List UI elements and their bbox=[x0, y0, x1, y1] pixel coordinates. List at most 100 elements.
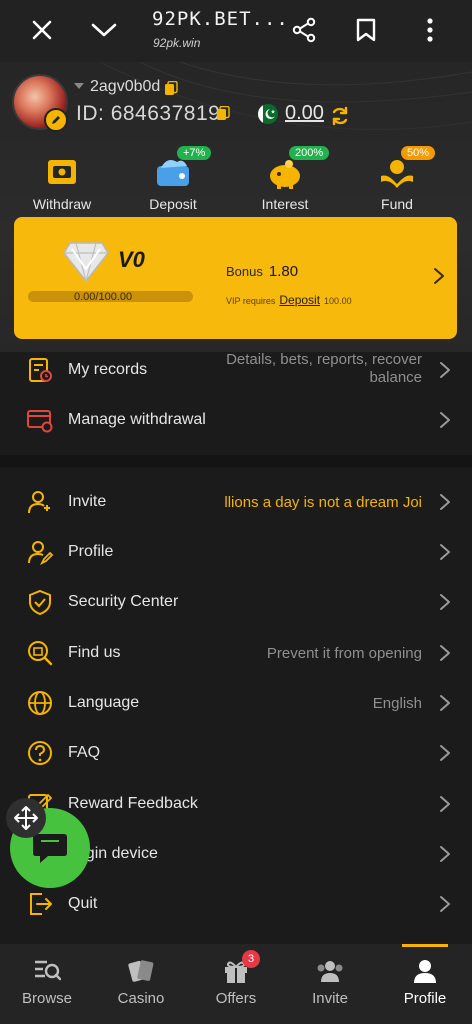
find-us-icon bbox=[28, 641, 53, 666]
user-id-label: ID: bbox=[76, 102, 105, 125]
chevron-right-icon bbox=[434, 268, 444, 284]
interest-button[interactable]: 200% Interest bbox=[240, 146, 330, 212]
fund-icon: 50% bbox=[377, 146, 436, 190]
manage-withdrawal-row[interactable]: Manage withdrawal bbox=[0, 395, 472, 445]
copy-id-icon[interactable] bbox=[216, 106, 230, 121]
copy-icon[interactable] bbox=[164, 81, 178, 96]
logout-icon bbox=[30, 893, 52, 915]
chevron-right-icon bbox=[440, 846, 450, 862]
vip-requirement: VIP requires Deposit 100.00 bbox=[226, 293, 352, 307]
records-icon bbox=[29, 358, 52, 382]
quit-label: Quit bbox=[68, 895, 98, 912]
vip-bonus: Bonus 1.80 bbox=[226, 263, 298, 280]
withdraw-button[interactable]: Withdraw bbox=[17, 154, 107, 212]
chevron-down-icon[interactable] bbox=[84, 10, 124, 50]
chevron-right-icon bbox=[440, 494, 450, 510]
fund-button[interactable]: 50% Fund bbox=[352, 146, 442, 212]
vip-card[interactable]: V0 0.00/100.00 Bonus 1.80 VIP requires Dep… bbox=[14, 217, 457, 339]
users-icon bbox=[316, 958, 344, 984]
bookmark-icon[interactable] bbox=[346, 10, 386, 50]
invite-row[interactable]: Invite llions a day is not a dream Joi bbox=[0, 477, 472, 527]
security-center-row[interactable]: Security Center bbox=[0, 577, 472, 627]
language-row[interactable]: Language English bbox=[0, 678, 472, 728]
withdraw-label: Withdraw bbox=[32, 196, 92, 212]
nav-profile-label: Profile bbox=[403, 990, 447, 1007]
caret-down-icon bbox=[74, 83, 84, 89]
manage-withdrawal-icon bbox=[27, 410, 53, 433]
fund-label: Fund bbox=[381, 196, 413, 212]
withdraw-icon bbox=[42, 154, 82, 190]
deposit-icon: +7% bbox=[153, 146, 212, 190]
my-records-row[interactable]: My records Details, bets, reports, recov… bbox=[0, 345, 472, 395]
refresh-icon[interactable] bbox=[330, 106, 350, 126]
find-us-hint: Prevent it from opening bbox=[266, 644, 422, 662]
nav-profile[interactable]: Profile bbox=[378, 944, 472, 1024]
reward-feedback-label: Reward Feedback bbox=[68, 795, 198, 812]
edit-avatar-icon[interactable] bbox=[44, 108, 68, 132]
chevron-right-icon bbox=[440, 645, 450, 661]
profile-label: Profile bbox=[68, 543, 114, 560]
security-center-label: Security Center bbox=[68, 593, 179, 610]
pakistan-flag-icon bbox=[258, 104, 278, 124]
manage-withdrawal-label: Manage withdrawal bbox=[68, 411, 206, 428]
profile-row[interactable]: Profile bbox=[0, 527, 472, 577]
vip-progress-text: 0.00/100.00 bbox=[74, 291, 133, 303]
language-value: English bbox=[372, 694, 422, 712]
chevron-right-icon bbox=[440, 745, 450, 761]
faq-row[interactable]: FAQ bbox=[0, 728, 472, 778]
find-us-label: Find us bbox=[68, 644, 121, 661]
vip-bonus-label: Bonus bbox=[226, 264, 263, 279]
chevron-right-icon bbox=[440, 544, 450, 560]
nav-browse[interactable]: Browse bbox=[0, 944, 94, 1024]
find-us-row[interactable]: Find us Prevent it from opening bbox=[0, 628, 472, 678]
chevron-right-icon bbox=[440, 896, 450, 912]
faq-label: FAQ bbox=[68, 744, 101, 761]
deposit-button[interactable]: +7% Deposit bbox=[128, 146, 218, 212]
vip-deposit-link[interactable]: Deposit bbox=[279, 293, 320, 307]
nav-browse-label: Browse bbox=[21, 990, 73, 1007]
profile-icon bbox=[28, 541, 54, 566]
nav-invite[interactable]: Invite bbox=[283, 944, 377, 1024]
user-icon bbox=[411, 958, 439, 984]
user-id-value: 684637819 bbox=[110, 102, 221, 125]
nav-casino[interactable]: Casino bbox=[94, 944, 188, 1024]
user-id: ID: 684637819 bbox=[76, 102, 220, 126]
chevron-right-icon bbox=[440, 412, 450, 428]
username: 2agv0b0d bbox=[90, 78, 161, 95]
deposit-label: Deposit bbox=[149, 196, 197, 212]
chevron-right-icon bbox=[440, 796, 450, 812]
invite-icon bbox=[28, 491, 50, 514]
vip-requires-label: VIP requires bbox=[226, 296, 276, 306]
nav-offers-label: Offers bbox=[215, 990, 257, 1007]
piggy-bank-icon: 200% bbox=[265, 146, 330, 190]
move-icon bbox=[14, 806, 38, 830]
vip-requires-value: 100.00 bbox=[324, 296, 352, 306]
vip-level: V0 bbox=[118, 247, 145, 272]
invite-marquee: llions a day is not a dream Joi bbox=[224, 493, 422, 511]
more-vertical-icon[interactable] bbox=[410, 10, 450, 50]
vip-bonus-value: 1.80 bbox=[268, 263, 299, 280]
my-records-hint: Details, bets, reports, recover balance bbox=[226, 351, 422, 386]
share-icon[interactable] bbox=[284, 10, 324, 50]
nav-offers[interactable]: 3 Offers bbox=[189, 944, 283, 1024]
cards-icon bbox=[127, 958, 155, 984]
invite-label: Invite bbox=[68, 493, 107, 510]
close-icon[interactable] bbox=[22, 10, 62, 50]
interest-badge: 200% bbox=[289, 146, 330, 160]
diamond-icon bbox=[63, 242, 109, 283]
quit-row[interactable]: Quit bbox=[0, 879, 472, 929]
fund-badge: 50% bbox=[401, 146, 436, 160]
shield-icon bbox=[29, 589, 51, 616]
page-title: 92PK.BET... bbox=[152, 8, 289, 30]
language-label: Language bbox=[68, 694, 140, 711]
drag-handle[interactable] bbox=[6, 798, 46, 838]
interest-label: Interest bbox=[261, 196, 309, 212]
globe-icon bbox=[28, 691, 52, 715]
page-domain: 92pk.win bbox=[153, 36, 201, 50]
section-divider bbox=[0, 455, 472, 467]
deposit-badge: +7% bbox=[177, 146, 212, 160]
chevron-right-icon bbox=[440, 362, 450, 378]
chevron-right-icon bbox=[440, 594, 450, 610]
bottom-nav: Browse Casino 3 Offers Invite Profile bbox=[0, 944, 472, 1024]
nav-casino-label: Casino bbox=[117, 990, 165, 1007]
